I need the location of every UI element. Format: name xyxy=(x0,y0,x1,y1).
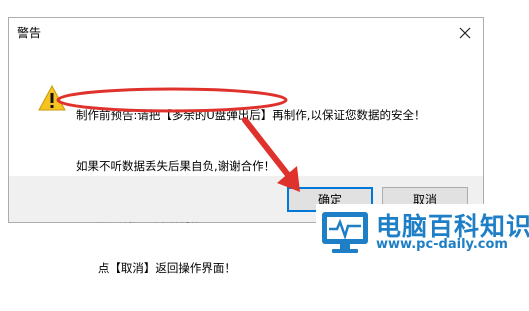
message-line-4: 点【取消】返回操作界面！ xyxy=(76,261,236,275)
highlight-ellipse xyxy=(56,87,288,113)
monitor-icon xyxy=(320,210,370,258)
watermark-logo: 电脑百科知识 www.pc-daily.com xyxy=(316,204,529,256)
arrow-annotation xyxy=(242,117,300,192)
watermark-url: www.pc-daily.com xyxy=(376,237,508,252)
